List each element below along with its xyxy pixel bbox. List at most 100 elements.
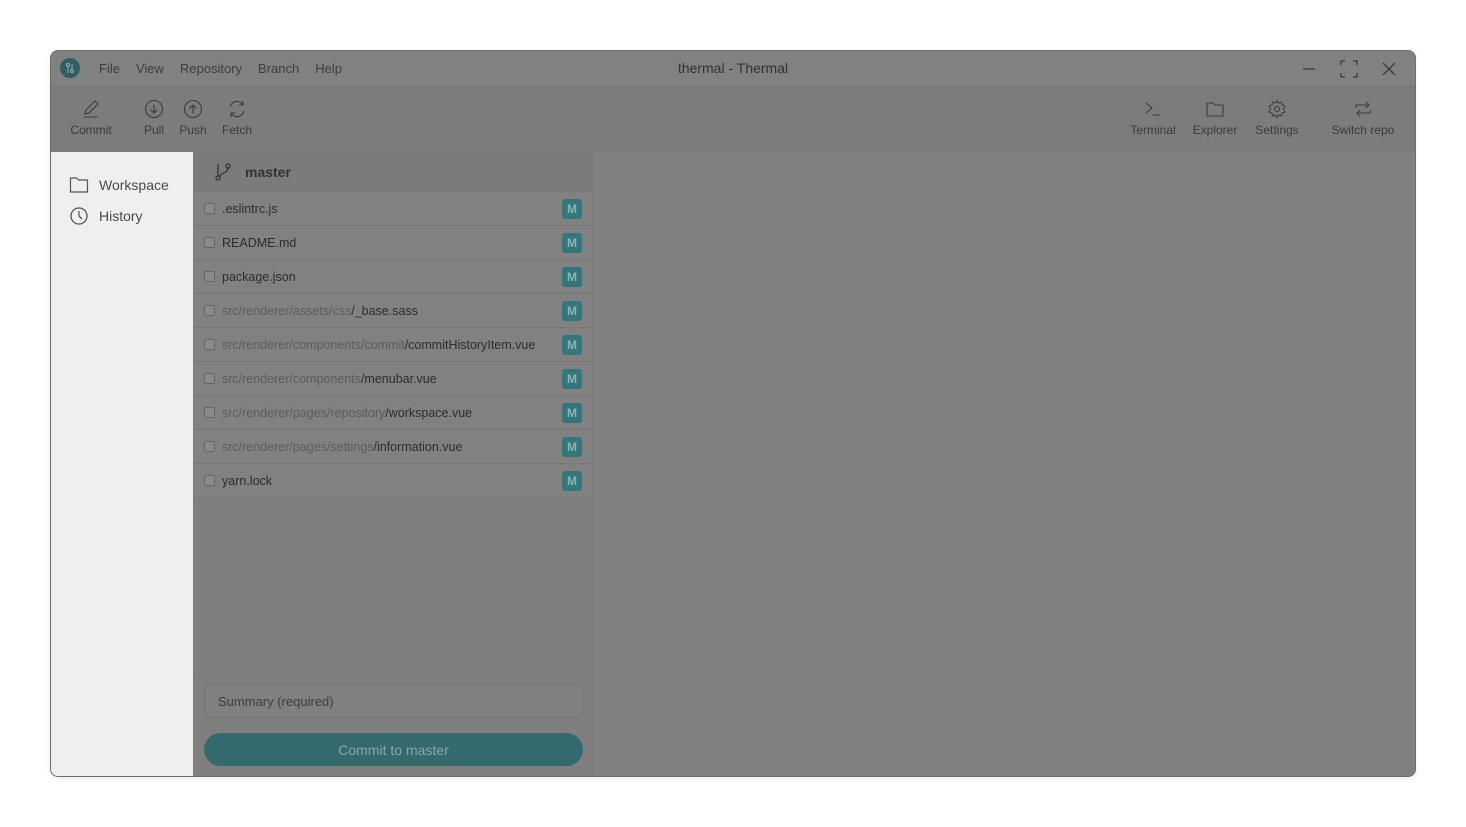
switch-repo-label: Switch repo: [1331, 123, 1395, 137]
commit-tool-button[interactable]: Commit: [68, 87, 114, 153]
clock-icon: [70, 207, 88, 225]
file-path: package.json: [222, 270, 296, 284]
file-row[interactable]: README.md M: [193, 226, 592, 260]
modified-status-badge: M: [562, 335, 582, 355]
file-path: src/renderer/assets/css/_base.sass: [222, 304, 418, 318]
refresh-icon: [229, 100, 245, 118]
menu-view[interactable]: View: [128, 61, 172, 76]
file-row[interactable]: src/renderer/pages/settings/information.…: [193, 430, 592, 464]
modified-status-badge: M: [562, 199, 582, 219]
file-checkbox[interactable]: [204, 441, 215, 452]
switch-repo-button[interactable]: Switch repo: [1327, 87, 1399, 153]
file-row[interactable]: .eslintrc.js M: [193, 192, 592, 226]
file-checkbox[interactable]: [204, 373, 215, 384]
terminal-icon: [1145, 102, 1160, 116]
changed-files-list: .eslintrc.js M README.md Mpackage.json Msrc/…: [193, 192, 592, 498]
file-checkbox[interactable]: [204, 339, 215, 350]
file-checkbox[interactable]: [204, 237, 215, 248]
diff-view: [594, 152, 1415, 776]
folder-icon: [1206, 102, 1224, 117]
file-path: README.md: [222, 236, 296, 250]
settings-button[interactable]: Settings: [1252, 87, 1302, 153]
pull-button[interactable]: Pull: [139, 87, 169, 153]
modified-status-badge: M: [562, 301, 582, 321]
file-dir: src/renderer/pages/repository: [222, 405, 386, 420]
file-row[interactable]: src/renderer/components/commit/commitHis…: [193, 328, 592, 362]
menu-branch[interactable]: Branch: [250, 61, 307, 76]
minimize-button[interactable]: [1289, 51, 1329, 86]
file-row[interactable]: src/renderer/assets/css/_base.sass M: [193, 294, 592, 328]
maximize-button[interactable]: [1329, 51, 1369, 86]
app-logo-icon: [60, 58, 80, 78]
file-row[interactable]: yarn.lock M: [193, 464, 592, 498]
explorer-label: Explorer: [1192, 123, 1238, 137]
file-row[interactable]: package.json M: [193, 260, 592, 294]
pull-label: Pull: [143, 123, 164, 137]
git-branch-icon: [215, 163, 231, 181]
maximize-icon: [1340, 59, 1358, 78]
push-button[interactable]: Push: [177, 87, 209, 153]
modified-status-badge: M: [562, 403, 582, 423]
changes-panel: master .eslintrc.js M README.md Mpackage.js…: [193, 152, 593, 776]
arrow-down-circle-icon: [144, 99, 164, 119]
file-path: .eslintrc.js: [222, 202, 278, 216]
file-checkbox[interactable]: [204, 305, 215, 316]
menu-repository[interactable]: Repository: [172, 61, 250, 76]
sidebar-item-workspace[interactable]: Workspace: [69, 173, 169, 197]
file-path: src/renderer/pages/settings/information.…: [222, 440, 462, 454]
file-dir: src/renderer/components: [222, 371, 361, 386]
file-path: src/renderer/pages/repository/workspace.…: [222, 406, 472, 420]
arrow-up-circle-icon: [183, 99, 203, 119]
file-path: src/renderer/components/menubar.vue: [222, 372, 437, 386]
modified-status-badge: M: [562, 267, 582, 287]
app-window: File View Repository Branch Help thermal…: [50, 50, 1416, 777]
menu-help[interactable]: Help: [307, 61, 350, 76]
file-path: yarn.lock: [222, 474, 272, 488]
file-name: /information.vue: [373, 439, 463, 454]
file-name: yarn.lock: [222, 473, 273, 488]
sidebar-item-label: History: [99, 208, 143, 224]
file-row[interactable]: src/renderer/components/menubar.vue M: [193, 362, 592, 396]
commit-area: Commit to master: [193, 674, 592, 776]
commit-to-master-button[interactable]: Commit to master: [204, 733, 583, 766]
settings-label: Settings: [1255, 123, 1299, 137]
file-name: /workspace.vue: [385, 405, 473, 420]
sidebar-item-history[interactable]: History: [69, 204, 143, 228]
file-checkbox[interactable]: [204, 271, 215, 282]
file-checkbox[interactable]: [204, 203, 215, 214]
sidebar: Workspace History: [51, 152, 193, 776]
file-name: /commitHistoryItem.vue: [404, 337, 536, 352]
terminal-label: Terminal: [1130, 123, 1176, 137]
menu-file[interactable]: File: [91, 61, 128, 76]
file-dir: src/renderer/assets/css: [222, 303, 352, 318]
file-name: .eslintrc.js: [222, 201, 278, 216]
gear-icon: [1268, 99, 1286, 119]
window-controls: [1289, 51, 1409, 86]
file-dir: src/renderer/pages/settings: [222, 439, 374, 454]
close-icon: [1382, 62, 1396, 75]
explorer-button[interactable]: Explorer: [1190, 87, 1240, 153]
modified-status-badge: M: [562, 471, 582, 491]
fetch-label: Fetch: [221, 123, 252, 137]
branch-header: master: [193, 152, 592, 192]
file-checkbox[interactable]: [204, 475, 215, 486]
file-checkbox[interactable]: [204, 407, 215, 418]
fetch-button[interactable]: Fetch: [219, 87, 255, 153]
terminal-button[interactable]: Terminal: [1127, 87, 1179, 153]
file-name: README.md: [222, 235, 297, 250]
modified-status-badge: M: [562, 233, 582, 253]
file-dir: src/renderer/components/commit: [222, 337, 405, 352]
push-label: Push: [179, 123, 207, 137]
close-button[interactable]: [1369, 51, 1409, 86]
modified-status-badge: M: [562, 369, 582, 389]
minimize-icon: [1303, 67, 1315, 70]
summary-input[interactable]: [204, 684, 583, 718]
branch-name: master: [245, 164, 291, 180]
file-name: /_base.sass: [351, 303, 418, 318]
folder-icon: [69, 177, 89, 193]
switch-icon: [1355, 101, 1371, 117]
sidebar-item-label: Workspace: [99, 177, 169, 193]
file-row[interactable]: src/renderer/pages/repository/workspace.…: [193, 396, 592, 430]
menubar: File View Repository Branch Help: [91, 51, 350, 86]
file-name: package.json: [222, 269, 296, 284]
